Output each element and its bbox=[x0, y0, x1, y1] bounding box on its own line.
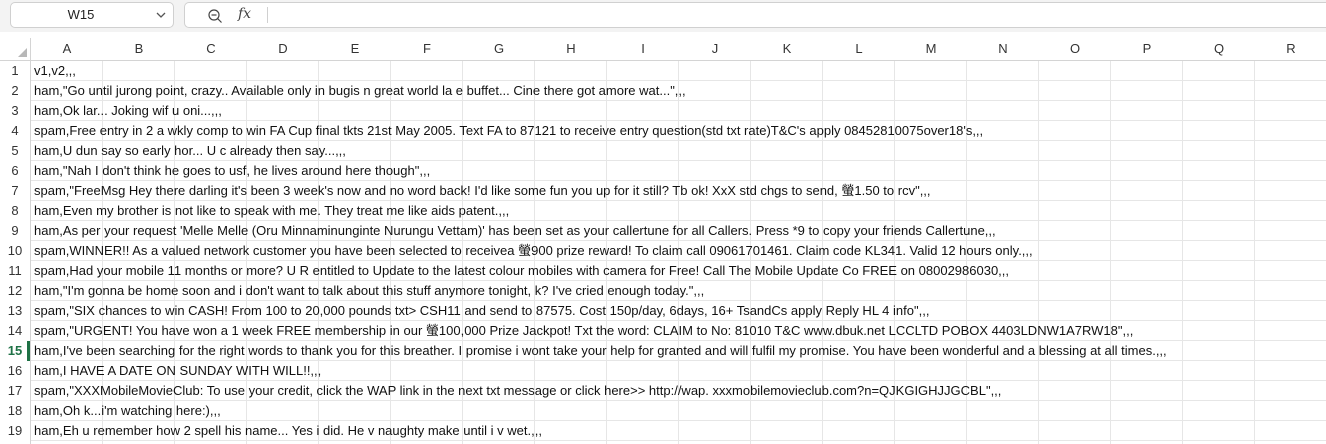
row-header[interactable]: 12 bbox=[0, 281, 30, 301]
column-header-k[interactable]: K bbox=[751, 38, 823, 60]
column-header-p[interactable]: P bbox=[1111, 38, 1183, 60]
row-header[interactable]: 8 bbox=[0, 201, 30, 221]
row-header[interactable]: 6 bbox=[0, 161, 30, 181]
column-header-h[interactable]: H bbox=[535, 38, 607, 60]
column-gridline bbox=[1110, 61, 1111, 444]
name-box[interactable]: W15 bbox=[10, 2, 174, 28]
row-header[interactable]: 5 bbox=[0, 141, 30, 161]
cell-a2[interactable]: ham,"Go until jurong point, crazy.. Avai… bbox=[34, 81, 686, 101]
column-header-j[interactable]: J bbox=[679, 38, 751, 60]
row-header[interactable]: 9 bbox=[0, 221, 30, 241]
row-header[interactable]: 17 bbox=[0, 381, 30, 401]
cell-a8[interactable]: ham,Even my brother is not like to speak… bbox=[34, 201, 509, 221]
row-header[interactable]: 3 bbox=[0, 101, 30, 121]
cell-a5[interactable]: ham,U dun say so early hor... U c alread… bbox=[34, 141, 346, 161]
cell-a13[interactable]: spam,"SIX chances to win CASH! From 100 … bbox=[34, 301, 929, 321]
formula-input-area[interactable]: fx bbox=[184, 2, 1326, 28]
formula-bar: W15 fx bbox=[0, 0, 1326, 32]
cell-a16[interactable]: ham,I HAVE A DATE ON SUNDAY WITH WILL!!,… bbox=[34, 361, 321, 381]
row-header[interactable]: 15 bbox=[0, 341, 30, 361]
cell-a7[interactable]: spam,"FreeMsg Hey there darling it's bee… bbox=[34, 181, 931, 201]
column-gridline bbox=[1254, 61, 1255, 444]
cell-a15[interactable]: ham,I've been searching for the right wo… bbox=[34, 341, 1167, 361]
cell-a17[interactable]: spam,"XXXMobileMovieClub: To use your cr… bbox=[34, 381, 1001, 401]
column-header-q[interactable]: Q bbox=[1183, 38, 1255, 60]
row-header[interactable]: 13 bbox=[0, 301, 30, 321]
row-header[interactable]: 18 bbox=[0, 401, 30, 421]
cell-a10[interactable]: spam,WINNER!! As a valued network custom… bbox=[34, 241, 1033, 261]
column-header-d[interactable]: D bbox=[247, 38, 319, 60]
column-header-e[interactable]: E bbox=[319, 38, 391, 60]
row-header[interactable]: 19 bbox=[0, 421, 30, 441]
select-all-corner[interactable] bbox=[0, 38, 30, 60]
column-header-b[interactable]: B bbox=[103, 38, 175, 60]
cell-a4[interactable]: spam,Free entry in 2 a wkly comp to win … bbox=[34, 121, 983, 141]
cell-a18[interactable]: ham,Oh k...i'm watching here:),,, bbox=[34, 401, 221, 421]
column-header-a[interactable]: A bbox=[31, 38, 103, 60]
name-box-value: W15 bbox=[67, 7, 95, 22]
cell-a19[interactable]: ham,Eh u remember how 2 spell his name..… bbox=[34, 421, 542, 441]
cell-a6[interactable]: ham,"Nah I don't think he goes to usf, h… bbox=[34, 161, 430, 181]
cell-a1[interactable]: v1,v2,,, bbox=[34, 61, 76, 81]
row-header[interactable]: 4 bbox=[0, 121, 30, 141]
zoom-icon[interactable] bbox=[207, 8, 223, 24]
cell-a12[interactable]: ham,"I'm gonna be home soon and i don't … bbox=[34, 281, 704, 301]
header-divider bbox=[0, 60, 1326, 61]
column-header-o[interactable]: O bbox=[1039, 38, 1111, 60]
cell-a14[interactable]: spam,"URGENT! You have won a 1 week FREE… bbox=[34, 321, 1133, 341]
column-header-c[interactable]: C bbox=[175, 38, 247, 60]
row-header[interactable]: 10 bbox=[0, 241, 30, 261]
row-header[interactable]: 16 bbox=[0, 361, 30, 381]
column-header-l[interactable]: L bbox=[823, 38, 895, 60]
row-header[interactable]: 7 bbox=[0, 181, 30, 201]
column-header-g[interactable]: G bbox=[463, 38, 535, 60]
column-header-m[interactable]: M bbox=[895, 38, 967, 60]
column-header-i[interactable]: I bbox=[607, 38, 679, 60]
function-icon[interactable]: fx bbox=[238, 6, 251, 22]
row-header[interactable]: 2 bbox=[0, 81, 30, 101]
column-gridline bbox=[1038, 61, 1039, 444]
row-header[interactable]: 1 bbox=[0, 61, 30, 81]
chevron-down-icon[interactable] bbox=[155, 9, 167, 21]
cell-a11[interactable]: spam,Had your mobile 11 months or more? … bbox=[34, 261, 1009, 281]
column-header-f[interactable]: F bbox=[391, 38, 463, 60]
row-header-divider bbox=[30, 38, 31, 444]
row-header[interactable]: 14 bbox=[0, 321, 30, 341]
row-header[interactable]: 11 bbox=[0, 261, 30, 281]
cell-a3[interactable]: ham,Ok lar... Joking wif u oni...,,, bbox=[34, 101, 222, 121]
cell-a9[interactable]: ham,As per your request 'Melle Melle (Or… bbox=[34, 221, 996, 241]
column-header-r[interactable]: R bbox=[1255, 38, 1326, 60]
formula-separator bbox=[267, 7, 268, 23]
column-gridline bbox=[1182, 61, 1183, 444]
column-header-n[interactable]: N bbox=[967, 38, 1039, 60]
